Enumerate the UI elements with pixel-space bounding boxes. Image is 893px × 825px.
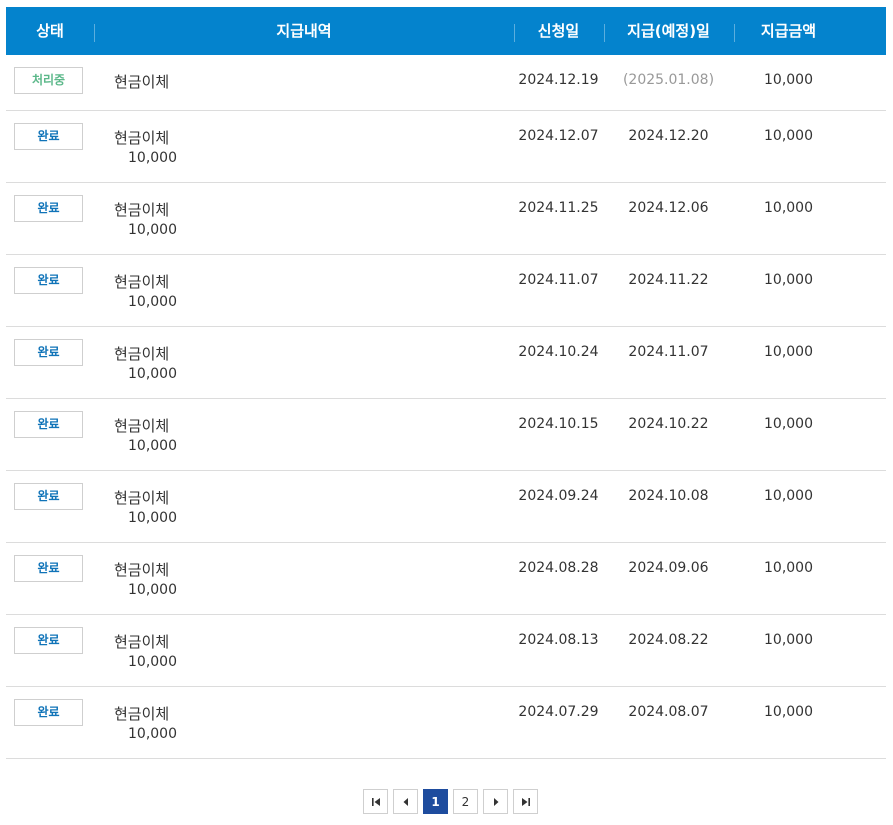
table-row: 완료 현금이체 10,000 2024.11.25 2024.12.06 10,000 bbox=[6, 183, 886, 255]
header-amount: 지급금액 bbox=[760, 22, 817, 40]
payment-amount: 10,000 bbox=[764, 72, 813, 88]
payment-amount: 10,000 bbox=[764, 704, 813, 720]
next-page-icon bbox=[493, 797, 498, 806]
payment-amount: 10,000 bbox=[764, 560, 813, 576]
prev-page-icon bbox=[403, 797, 408, 806]
request-date: 2024.08.28 bbox=[518, 560, 599, 576]
detail-amount: 10,000 bbox=[128, 726, 177, 742]
request-date: 2024.11.25 bbox=[518, 200, 599, 216]
header-divider bbox=[604, 24, 605, 42]
payment-method: 현금이체 bbox=[114, 561, 170, 579]
payment-history-table: 상태 지급내역 신청일 지급(예정)일 지급금액 처리중 현금이체 2024.12.… bbox=[6, 7, 886, 759]
payment-method: 현금이체 bbox=[114, 273, 170, 291]
detail-amount: 10,000 bbox=[128, 150, 177, 166]
first-page-icon bbox=[371, 797, 380, 806]
status-badge: 완료 bbox=[14, 555, 83, 582]
payment-date: 2024.10.22 bbox=[628, 416, 709, 432]
header-details: 지급내역 bbox=[276, 22, 332, 40]
table-row: 처리중 현금이체 2024.12.19 (2025.01.08) 10,000 bbox=[6, 55, 886, 111]
payment-method: 현금이체 bbox=[114, 417, 170, 435]
table-row: 완료 현금이체 10,000 2024.12.07 2024.12.20 10,000 bbox=[6, 111, 886, 183]
payment-date: 2024.12.20 bbox=[628, 128, 709, 144]
payment-amount: 10,000 bbox=[764, 344, 813, 360]
last-page-button[interactable] bbox=[513, 789, 538, 814]
table-row: 완료 현금이체 10,000 2024.09.24 2024.10.08 10,000 bbox=[6, 471, 886, 543]
status-badge: 완료 bbox=[14, 699, 83, 726]
payment-date: (2025.01.08) bbox=[622, 72, 715, 88]
header-request-date: 신청일 bbox=[537, 22, 580, 40]
request-date: 2024.07.29 bbox=[518, 704, 599, 720]
table-body: 처리중 현금이체 2024.12.19 (2025.01.08) 10,000 완료 현금이… bbox=[6, 55, 886, 759]
payment-method: 현금이체 bbox=[114, 489, 170, 507]
pagination: 1 2 bbox=[363, 789, 538, 814]
payment-method: 현금이체 bbox=[114, 633, 170, 651]
payment-date: 2024.08.22 bbox=[628, 632, 709, 648]
payment-amount: 10,000 bbox=[764, 128, 813, 144]
detail-amount: 10,000 bbox=[128, 510, 177, 526]
table-row: 완료 현금이체 10,000 2024.11.07 2024.11.22 10,000 bbox=[6, 255, 886, 327]
detail-amount: 10,000 bbox=[128, 294, 177, 310]
status-badge: 완료 bbox=[14, 483, 83, 510]
payment-date: 2024.09.06 bbox=[628, 560, 709, 576]
payment-amount: 10,000 bbox=[764, 416, 813, 432]
table-row: 완료 현금이체 10,000 2024.08.28 2024.09.06 10,000 bbox=[6, 543, 886, 615]
table-row: 완료 현금이체 10,000 2024.07.29 2024.08.07 10,000 bbox=[6, 687, 886, 759]
request-date: 2024.10.24 bbox=[518, 344, 599, 360]
header-status: 상태 bbox=[36, 22, 64, 40]
payment-method: 현금이체 bbox=[114, 73, 170, 91]
request-date: 2024.12.07 bbox=[518, 128, 599, 144]
request-date: 2024.12.19 bbox=[518, 72, 599, 88]
header-divider bbox=[734, 24, 735, 42]
payment-date: 2024.08.07 bbox=[628, 704, 709, 720]
detail-amount: 10,000 bbox=[128, 222, 177, 238]
request-date: 2024.08.13 bbox=[518, 632, 599, 648]
payment-method: 현금이체 bbox=[114, 201, 170, 219]
payment-date: 2024.12.06 bbox=[628, 200, 709, 216]
request-date: 2024.10.15 bbox=[518, 416, 599, 432]
status-badge: 완료 bbox=[14, 267, 83, 294]
request-date: 2024.09.24 bbox=[518, 488, 599, 504]
next-page-button[interactable] bbox=[483, 789, 508, 814]
last-page-icon bbox=[521, 797, 530, 806]
detail-amount: 10,000 bbox=[128, 654, 177, 670]
table-row: 완료 현금이체 10,000 2024.10.15 2024.10.22 10,000 bbox=[6, 399, 886, 471]
status-badge: 완료 bbox=[14, 123, 83, 150]
payment-date: 2024.11.22 bbox=[628, 272, 709, 288]
detail-amount: 10,000 bbox=[128, 582, 177, 598]
payment-method: 현금이체 bbox=[114, 705, 170, 723]
header-payment-date: 지급(예정)일 bbox=[627, 22, 710, 40]
detail-amount: 10,000 bbox=[128, 438, 177, 454]
page-1-button[interactable]: 1 bbox=[423, 789, 448, 814]
status-badge: 완료 bbox=[14, 339, 83, 366]
page-2-button[interactable]: 2 bbox=[453, 789, 478, 814]
status-badge: 처리중 bbox=[14, 67, 83, 94]
status-badge: 완료 bbox=[14, 195, 83, 222]
table-header: 상태 지급내역 신청일 지급(예정)일 지급금액 bbox=[6, 7, 886, 55]
payment-date: 2024.10.08 bbox=[628, 488, 709, 504]
detail-amount: 10,000 bbox=[128, 366, 177, 382]
status-badge: 완료 bbox=[14, 411, 83, 438]
first-page-button[interactable] bbox=[363, 789, 388, 814]
status-badge: 완료 bbox=[14, 627, 83, 654]
table-row: 완료 현금이체 10,000 2024.08.13 2024.08.22 10,000 bbox=[6, 615, 886, 687]
payment-amount: 10,000 bbox=[764, 272, 813, 288]
prev-page-button[interactable] bbox=[393, 789, 418, 814]
payment-amount: 10,000 bbox=[764, 632, 813, 648]
payment-method: 현금이체 bbox=[114, 129, 170, 147]
table-row: 완료 현금이체 10,000 2024.10.24 2024.11.07 10,000 bbox=[6, 327, 886, 399]
payment-amount: 10,000 bbox=[764, 488, 813, 504]
payment-method: 현금이체 bbox=[114, 345, 170, 363]
request-date: 2024.11.07 bbox=[518, 272, 599, 288]
payment-date: 2024.11.07 bbox=[628, 344, 709, 360]
payment-amount: 10,000 bbox=[764, 200, 813, 216]
